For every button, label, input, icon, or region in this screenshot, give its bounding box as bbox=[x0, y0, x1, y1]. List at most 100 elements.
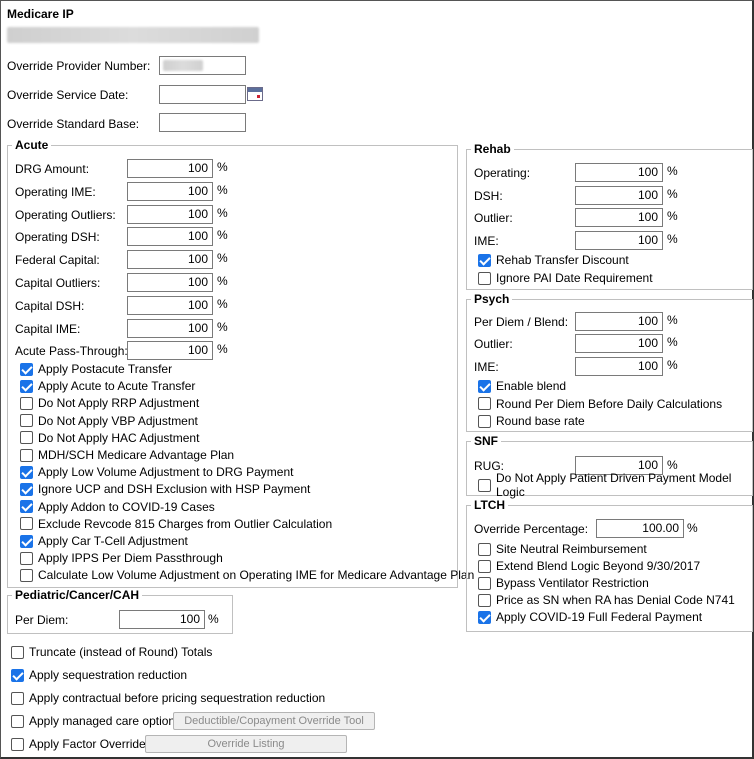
do-not-apply-patient-driven-payment-model-logic-checkbox-label: Do Not Apply Patient Driven Payment Mode… bbox=[496, 471, 732, 499]
do-not-apply-vbp-adjustment-checkbox[interactable] bbox=[20, 414, 33, 428]
outlier-input[interactable]: 100 bbox=[575, 334, 663, 354]
redacted-subtitle bbox=[7, 27, 259, 43]
ime-label: IME: bbox=[474, 359, 499, 374]
operating-outliers-percent: % bbox=[217, 205, 228, 220]
ime-input[interactable]: 100 bbox=[575, 356, 663, 376]
round-per-diem-before-daily-calculations-checkbox[interactable] bbox=[478, 397, 491, 410]
operating-outliers-input[interactable]: 100 bbox=[127, 204, 213, 224]
override-listing-button[interactable]: Override Listing bbox=[145, 735, 347, 753]
do-not-apply-rrp-adjustment-checkbox-row[interactable]: Do Not Apply RRP Adjustment bbox=[20, 395, 199, 411]
apply-sequestration-reduction-checkbox-row[interactable]: Apply sequestration reduction bbox=[11, 667, 187, 683]
round-base-rate-checkbox-row[interactable]: Round base rate bbox=[478, 413, 585, 429]
ime-label: IME: bbox=[474, 233, 499, 248]
extend-blend-logic-beyond-9-30-2017-checkbox[interactable] bbox=[478, 559, 491, 573]
calculate-low-volume-adjustment-on-operating-ime-for-medicare-advantage-plan-checkbox-label: Calculate Low Volume Adjustment on Opera… bbox=[38, 568, 475, 583]
outlier-input[interactable]: 100 bbox=[575, 208, 663, 228]
override-provider-number-input[interactable] bbox=[159, 56, 246, 75]
apply-car-t-cell-adjustment-checkbox[interactable] bbox=[20, 534, 33, 548]
operating-dsh-input[interactable]: 100 bbox=[127, 227, 213, 247]
apply-acute-to-acute-transfer-checkbox-row[interactable]: Apply Acute to Acute Transfer bbox=[20, 378, 195, 394]
apply-ipps-per-diem-passthrough-checkbox-label: Apply IPPS Per Diem Passthrough bbox=[38, 551, 223, 566]
operating-ime-input[interactable]: 100 bbox=[127, 181, 213, 201]
enable-blend-checkbox-row[interactable]: Enable blend bbox=[478, 378, 566, 394]
do-not-apply-rrp-adjustment-checkbox[interactable] bbox=[20, 396, 33, 410]
apply-addon-to-covid-19-cases-checkbox-row[interactable]: Apply Addon to COVID-19 Cases bbox=[20, 499, 215, 515]
price-as-sn-when-ra-has-denial-code-n741-checkbox[interactable] bbox=[478, 593, 491, 607]
apply-contractual-before-pricing-sequestration-reduction-checkbox-row[interactable]: Apply contractual before pricing sequest… bbox=[11, 690, 325, 706]
dsh-input[interactable]: 100 bbox=[575, 185, 663, 205]
apply-car-t-cell-adjustment-checkbox-row[interactable]: Apply Car T-Cell Adjustment bbox=[20, 533, 188, 549]
bypass-ventilator-restriction-checkbox-row[interactable]: Bypass Ventilator Restriction bbox=[478, 575, 649, 591]
apply-covid-19-full-federal-payment-checkbox[interactable] bbox=[478, 610, 491, 624]
apply-contractual-before-pricing-sequestration-reduction-checkbox[interactable] bbox=[11, 691, 24, 705]
extend-blend-logic-beyond-9-30-2017-checkbox-row[interactable]: Extend Blend Logic Beyond 9/30/2017 bbox=[478, 558, 700, 574]
capital-ime-input[interactable]: 100 bbox=[127, 318, 213, 338]
truncate-instead-of-round-totals-checkbox[interactable] bbox=[11, 645, 24, 659]
mdh-sch-medicare-advantage-plan-checkbox[interactable] bbox=[20, 448, 33, 462]
round-per-diem-before-daily-calculations-checkbox-row[interactable]: Round Per Diem Before Daily Calculations bbox=[478, 396, 722, 412]
apply-factor-overrides-checkbox[interactable] bbox=[11, 737, 24, 751]
per-diem-input[interactable]: 100 bbox=[119, 610, 205, 629]
exclude-revcode-815-charges-from-outlier-calculation-checkbox[interactable] bbox=[20, 517, 33, 531]
do-not-apply-patient-driven-payment-model-logic-checkbox-row[interactable]: Do Not Apply Patient Driven Payment Mode… bbox=[478, 471, 754, 499]
drg-amount-input[interactable]: 100 bbox=[127, 159, 213, 178]
deductible-copayment-override-tool-button[interactable]: Deductible/Copayment Override Tool bbox=[173, 712, 375, 730]
apply-low-volume-adjustment-to-drg-payment-checkbox-row[interactable]: Apply Low Volume Adjustment to DRG Payme… bbox=[20, 464, 293, 480]
override-percentage-input[interactable]: 100.00 bbox=[596, 519, 684, 538]
capital-outliers-label: Capital Outliers: bbox=[15, 276, 101, 290]
apply-ipps-per-diem-passthrough-checkbox-row[interactable]: Apply IPPS Per Diem Passthrough bbox=[20, 550, 223, 566]
do-not-apply-patient-driven-payment-model-logic-checkbox[interactable] bbox=[478, 478, 491, 492]
do-not-apply-vbp-adjustment-checkbox-row[interactable]: Do Not Apply VBP Adjustment bbox=[20, 413, 198, 429]
capital-outliers-input[interactable]: 100 bbox=[127, 273, 213, 292]
apply-sequestration-reduction-checkbox[interactable] bbox=[11, 668, 24, 682]
price-as-sn-when-ra-has-denial-code-n741-checkbox-row[interactable]: Price as SN when RA has Denial Code N741 bbox=[478, 592, 735, 608]
pediatric-legend: Pediatric/Cancer/CAH bbox=[15, 588, 140, 602]
calendar-icon[interactable] bbox=[247, 87, 263, 101]
apply-low-volume-adjustment-to-drg-payment-checkbox[interactable] bbox=[20, 465, 33, 479]
calculate-low-volume-adjustment-on-operating-ime-for-medicare-advantage-plan-checkbox[interactable] bbox=[20, 568, 33, 582]
apply-managed-care-options-checkbox-row[interactable]: Apply managed care options bbox=[11, 713, 181, 729]
operating-input[interactable]: 100 bbox=[575, 163, 663, 182]
apply-factor-overrides-checkbox-row[interactable]: Apply Factor Overrides bbox=[11, 736, 152, 752]
ignore-ucp-and-dsh-exclusion-with-hsp-payment-checkbox[interactable] bbox=[20, 482, 33, 496]
per-diem-blend-input[interactable]: 100 bbox=[575, 312, 663, 331]
do-not-apply-hac-adjustment-checkbox[interactable] bbox=[20, 431, 33, 445]
bypass-ventilator-restriction-checkbox[interactable] bbox=[478, 576, 491, 590]
apply-managed-care-options-checkbox[interactable] bbox=[11, 714, 24, 728]
per-diem-blend-label: Per Diem / Blend: bbox=[474, 315, 569, 329]
federal-capital-input[interactable]: 100 bbox=[127, 250, 213, 270]
override-service-date-input[interactable] bbox=[159, 85, 246, 104]
calculate-low-volume-adjustment-on-operating-ime-for-medicare-advantage-plan-checkbox-row[interactable]: Calculate Low Volume Adjustment on Opera… bbox=[20, 567, 474, 583]
apply-ipps-per-diem-passthrough-checkbox[interactable] bbox=[20, 551, 33, 565]
apply-covid-19-full-federal-payment-checkbox-row[interactable]: Apply COVID-19 Full Federal Payment bbox=[478, 609, 702, 625]
operating-ime-label: Operating IME: bbox=[15, 184, 96, 199]
drg-amount-percent: % bbox=[217, 160, 228, 174]
do-not-apply-hac-adjustment-checkbox-row[interactable]: Do Not Apply HAC Adjustment bbox=[20, 430, 199, 446]
ignore-pai-date-requirement-checkbox[interactable] bbox=[478, 271, 491, 285]
dsh-label: DSH: bbox=[474, 188, 503, 203]
apply-postacute-transfer-checkbox-label: Apply Postacute Transfer bbox=[38, 362, 173, 376]
snf-legend: SNF bbox=[474, 434, 498, 448]
site-neutral-reimbursement-checkbox[interactable] bbox=[478, 542, 491, 556]
apply-postacute-transfer-checkbox-row[interactable]: Apply Postacute Transfer bbox=[20, 361, 172, 377]
acute-pass-through-input[interactable]: 100 bbox=[127, 341, 213, 361]
do-not-apply-vbp-adjustment-checkbox-label: Do Not Apply VBP Adjustment bbox=[38, 413, 198, 428]
site-neutral-reimbursement-checkbox-row[interactable]: Site Neutral Reimbursement bbox=[478, 541, 647, 557]
exclude-revcode-815-charges-from-outlier-calculation-checkbox-row[interactable]: Exclude Revcode 815 Charges from Outlier… bbox=[20, 516, 332, 532]
ime-input[interactable]: 100 bbox=[575, 230, 663, 250]
apply-postacute-transfer-checkbox[interactable] bbox=[20, 362, 33, 376]
round-base-rate-checkbox[interactable] bbox=[478, 414, 491, 428]
override-standard-base-input[interactable] bbox=[159, 113, 246, 132]
enable-blend-checkbox[interactable] bbox=[478, 379, 491, 393]
rehab-transfer-discount-checkbox[interactable] bbox=[478, 253, 491, 267]
round-per-diem-before-daily-calculations-checkbox-label: Round Per Diem Before Daily Calculations bbox=[496, 396, 723, 411]
truncate-instead-of-round-totals-checkbox-row[interactable]: Truncate (instead of Round) Totals bbox=[11, 644, 212, 660]
capital-dsh-input[interactable]: 100 bbox=[127, 295, 213, 315]
ignore-pai-date-requirement-checkbox-row[interactable]: Ignore PAI Date Requirement bbox=[478, 270, 653, 286]
apply-addon-to-covid-19-cases-checkbox[interactable] bbox=[20, 500, 33, 514]
mdh-sch-medicare-advantage-plan-checkbox-row[interactable]: MDH/SCH Medicare Advantage Plan bbox=[20, 447, 234, 463]
apply-acute-to-acute-transfer-checkbox[interactable] bbox=[20, 379, 33, 393]
override-service-date-label: Override Service Date: bbox=[7, 88, 129, 102]
rehab-transfer-discount-checkbox-row[interactable]: Rehab Transfer Discount bbox=[478, 252, 629, 268]
ignore-ucp-and-dsh-exclusion-with-hsp-payment-checkbox-row[interactable]: Ignore UCP and DSH Exclusion with HSP Pa… bbox=[20, 481, 310, 497]
